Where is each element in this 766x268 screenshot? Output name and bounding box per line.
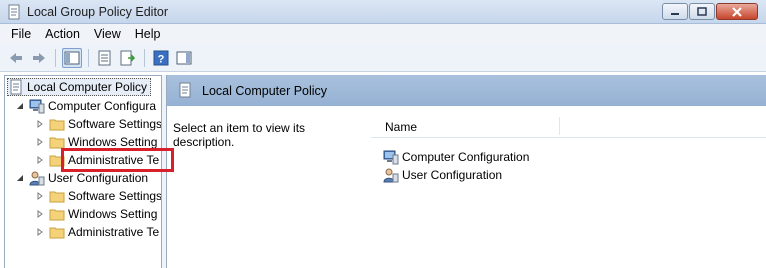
properties-icon: [98, 50, 111, 65]
column-divider[interactable]: [559, 117, 560, 135]
tree-item-label: Software Settings: [68, 189, 162, 203]
forward-button[interactable]: [29, 48, 49, 68]
collapsed-arrow-icon[interactable]: [35, 227, 45, 237]
toolbar: ?: [0, 44, 766, 72]
back-button[interactable]: [6, 48, 26, 68]
tree-item-label: Windows Setting: [68, 135, 158, 149]
console-tree-icon: [64, 51, 80, 64]
tree-item-label: Computer Configura: [48, 99, 157, 113]
window-controls: [662, 3, 758, 20]
policy-document-icon: [8, 79, 24, 95]
help-button[interactable]: ?: [151, 48, 171, 68]
menu-help[interactable]: Help: [128, 27, 168, 41]
computer-icon: [29, 98, 45, 114]
description-panel: Select an item to view its description.: [167, 106, 367, 268]
tree-item-user-software-settings[interactable]: Software Settings: [35, 187, 162, 205]
menu-action[interactable]: Action: [38, 27, 87, 41]
column-header-row: Name: [371, 114, 766, 138]
tree-item-computer-software-settings[interactable]: Software Settings: [35, 115, 162, 133]
list-item-computer-configuration[interactable]: Computer Configuration: [383, 148, 529, 166]
show-hide-tree-button[interactable]: [62, 47, 82, 68]
list-item-user-configuration[interactable]: User Configuration: [383, 166, 502, 184]
expanded-arrow-icon[interactable]: [15, 173, 25, 183]
toolbar-separator: [88, 48, 89, 67]
collapsed-arrow-icon[interactable]: [35, 209, 45, 219]
folder-icon: [49, 206, 65, 222]
toolbar-separator: [55, 48, 56, 67]
export-list-button[interactable]: [118, 48, 138, 68]
items-list: Name Computer Configuration User Configu…: [371, 106, 766, 268]
action-pane-icon: [176, 51, 192, 64]
tree-item-user-administrative-templates[interactable]: Administrative Te: [35, 223, 159, 241]
tree-item-user-windows-settings[interactable]: Windows Setting: [35, 205, 157, 223]
menu-view[interactable]: View: [87, 27, 128, 41]
minimize-icon: [671, 12, 679, 15]
export-list-icon: [120, 50, 136, 65]
list-item-label: Computer Configuration: [402, 150, 530, 164]
console-tree: Local Computer Policy Computer Configura…: [4, 75, 162, 268]
folder-icon: [49, 152, 65, 168]
help-icon: ?: [153, 50, 169, 65]
collapsed-arrow-icon[interactable]: [35, 119, 45, 129]
column-header-name[interactable]: Name: [385, 120, 417, 134]
user-icon: [29, 170, 45, 186]
collapsed-arrow-icon[interactable]: [35, 155, 45, 165]
show-hide-action-pane-button[interactable]: [174, 48, 194, 68]
tree-item-user-configuration[interactable]: User Configuration: [15, 169, 148, 187]
folder-icon: [49, 116, 65, 132]
collapsed-arrow-icon[interactable]: [35, 191, 45, 201]
menu-file[interactable]: File: [4, 27, 38, 41]
description-text: Select an item to view its description.: [173, 121, 306, 149]
tree-item-label: Administrative Te: [68, 153, 160, 167]
properties-button[interactable]: [95, 48, 115, 68]
tree-item-label: Software Settings: [68, 117, 162, 131]
forward-arrow-icon: [33, 52, 45, 63]
expanded-arrow-icon[interactable]: [15, 101, 25, 111]
tree-item-computer-windows-settings[interactable]: Windows Setting: [35, 133, 157, 151]
policy-editor-app-icon: [6, 4, 22, 20]
tree-item-label: User Configuration: [48, 171, 149, 185]
collapsed-arrow-icon[interactable]: [35, 137, 45, 147]
tree-item-local-computer-policy[interactable]: Local Computer Policy: [7, 78, 152, 96]
minimize-button[interactable]: [662, 3, 688, 20]
close-button[interactable]: [716, 3, 758, 20]
details-title: Local Computer Policy: [202, 84, 328, 98]
menu-bar: File Action View Help: [0, 24, 766, 44]
toolbar-separator: [144, 48, 145, 67]
maximize-icon: [697, 7, 707, 16]
maximize-button[interactable]: [689, 3, 715, 20]
title-bar: Local Group Policy Editor: [0, 0, 766, 24]
user-icon: [383, 167, 399, 183]
folder-icon: [49, 188, 65, 204]
folder-icon: [49, 224, 65, 240]
close-icon: [732, 6, 742, 17]
details-header: Local Computer Policy: [167, 75, 766, 106]
computer-icon: [383, 149, 399, 165]
tree-item-label: Administrative Te: [68, 225, 160, 239]
list-item-label: User Configuration: [402, 168, 503, 182]
tree-item-computer-administrative-templates[interactable]: Administrative Te: [35, 151, 159, 169]
tree-item-label: Windows Setting: [68, 207, 158, 221]
folder-icon: [49, 134, 65, 150]
back-arrow-icon: [10, 52, 22, 63]
details-pane: Local Computer Policy Select an item to …: [166, 75, 766, 268]
svg-text:?: ?: [158, 53, 165, 65]
tree-item-computer-configuration[interactable]: Computer Configura: [15, 97, 156, 115]
policy-document-icon: [177, 82, 193, 98]
window-title: Local Group Policy Editor: [27, 5, 169, 19]
tree-item-label: Local Computer Policy: [27, 80, 148, 94]
